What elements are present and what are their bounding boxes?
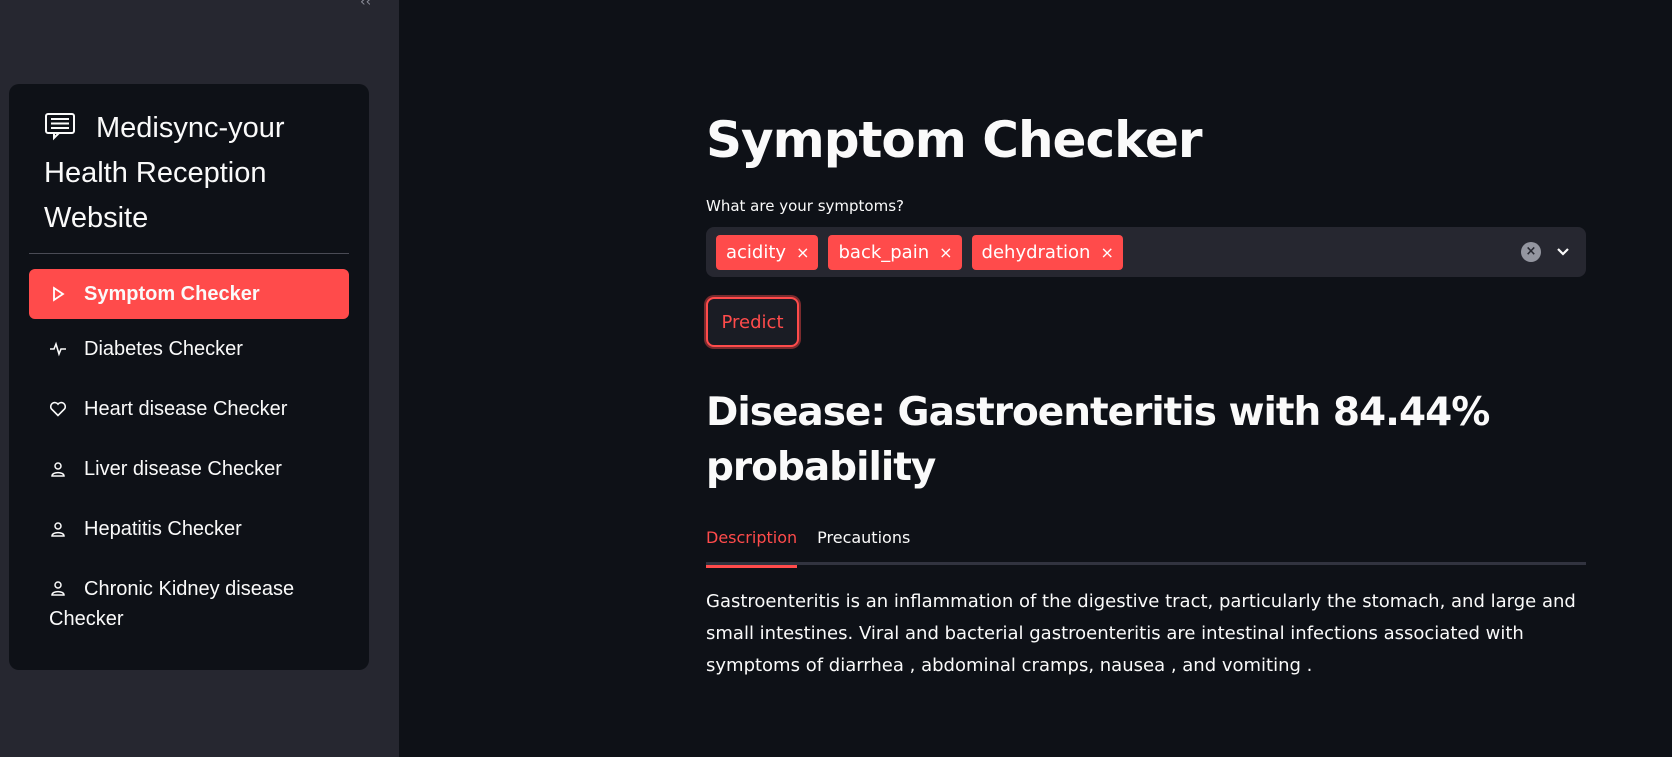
menu-title-text: Medisync-your Health Reception Website: [44, 112, 285, 234]
person-icon: [51, 581, 65, 596]
person-icon: [51, 522, 65, 537]
sidebar-item-label: Hepatitis Checker: [84, 518, 242, 540]
option-menu: Medisync-your Health Reception Website S…: [9, 84, 369, 670]
sidebar: ‹‹ Medisync-your Health Reception Websit…: [0, 0, 399, 757]
symptom-tag-label: back_pain: [838, 241, 930, 263]
page-title: Symptom Checker: [706, 111, 1203, 169]
sidebar-item-chronic-kidney-disease-checker[interactable]: Chronic Kidney disease Checker: [29, 559, 349, 644]
sidebar-item-liver-disease-checker[interactable]: Liver disease Checker: [29, 439, 349, 499]
clear-all-icon[interactable]: ×: [1521, 242, 1541, 262]
sidebar-item-label: Liver disease Checker: [84, 458, 282, 480]
sidebar-item-symptom-checker[interactable]: Symptom Checker: [29, 269, 349, 319]
sidebar-item-diabetes-checker[interactable]: Diabetes Checker: [29, 319, 349, 379]
remove-tag-icon[interactable]: ×: [796, 243, 809, 262]
symptoms-multiselect[interactable]: acidity × back_pain × dehydration × ×: [706, 227, 1586, 277]
sidebar-item-label: Chronic Kidney disease Checker: [49, 578, 295, 630]
menu-title: Medisync-your Health Reception Website: [29, 106, 349, 241]
symptom-tag-label: acidity: [726, 241, 787, 263]
sidebar-item-label: Symptom Checker: [84, 283, 260, 305]
remove-tag-icon[interactable]: ×: [939, 243, 952, 262]
list-document-icon: [45, 113, 75, 141]
tab-precautions[interactable]: Precautions: [817, 520, 910, 565]
symptom-tag: dehydration ×: [971, 234, 1123, 270]
play-icon: [53, 286, 65, 302]
remove-tag-icon[interactable]: ×: [1100, 243, 1113, 262]
sidebar-item-label: Heart disease Checker: [84, 398, 288, 420]
symptom-tag: back_pain ×: [828, 234, 962, 270]
result-tabs: Description Precautions: [706, 520, 1586, 568]
sidebar-item-heart-disease-checker[interactable]: Heart disease Checker: [29, 379, 349, 439]
sidebar-item-label: Diabetes Checker: [84, 338, 243, 360]
activity-icon: [50, 341, 66, 357]
collapse-sidebar-icon[interactable]: ‹‹: [360, 0, 371, 10]
symptom-tag: acidity ×: [716, 234, 819, 270]
symptom-tag-label: dehydration: [981, 241, 1091, 263]
heart-icon: [49, 401, 67, 417]
symptoms-label: What are your symptoms?: [706, 197, 904, 215]
chevron-down-icon[interactable]: [1554, 242, 1572, 260]
person-icon: [51, 462, 65, 477]
predict-button[interactable]: Predict: [706, 297, 799, 347]
tab-description[interactable]: Description: [706, 520, 798, 568]
sidebar-item-hepatitis-checker[interactable]: Hepatitis Checker: [29, 499, 349, 559]
result-heading: Disease: Gastroenteritis with 84.44% pro…: [706, 390, 1490, 490]
description-text: Gastroenteritis is an inflammation of th…: [706, 591, 1576, 676]
menu-divider: [29, 253, 349, 254]
